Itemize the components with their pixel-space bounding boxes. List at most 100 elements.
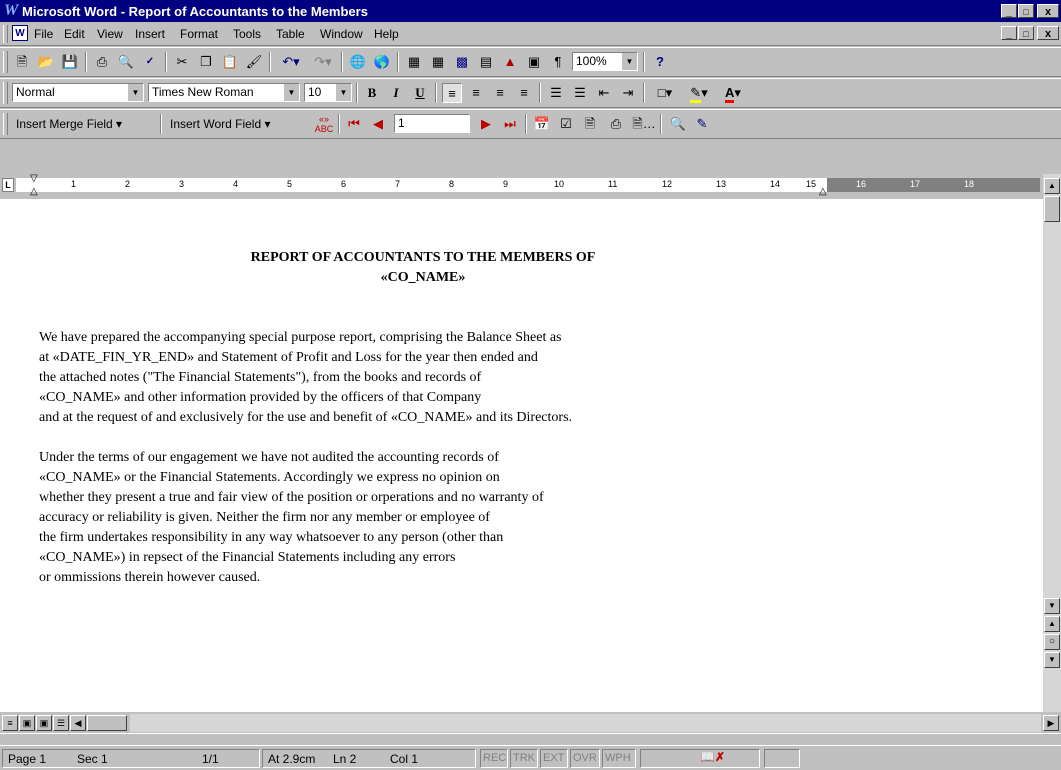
toolbar-separator [341, 52, 343, 72]
doc-minimize-button[interactable]: _ [1001, 26, 1017, 40]
record-number-input[interactable]: 1 [394, 114, 470, 133]
align-right-icon[interactable]: ≡ [490, 83, 510, 103]
document-map-icon[interactable]: ▣ [524, 52, 544, 72]
open-folder-icon[interactable]: 📂 [36, 52, 56, 72]
next-page-button[interactable]: ▼ [1044, 652, 1060, 668]
status-rec[interactable]: REC [483, 752, 506, 764]
start-mail-merge-icon[interactable]: 🗎… [632, 114, 656, 134]
insert-word-field-button[interactable]: Insert Word Field ▾ [166, 114, 275, 134]
status-ext[interactable]: EXT [543, 752, 564, 764]
help-icon[interactable]: ? [650, 52, 670, 72]
merge-to-new-document-icon[interactable]: 🗎 [580, 114, 600, 134]
previous-page-button[interactable]: ▲ [1044, 616, 1060, 632]
justify-icon[interactable]: ≡ [514, 83, 534, 103]
menu-window[interactable]: Window [320, 27, 363, 41]
left-indent-marker[interactable]: △ [30, 187, 38, 197]
right-indent-marker[interactable]: △ [819, 187, 827, 197]
web-toolbar-icon[interactable]: 🌐 [348, 52, 368, 72]
last-record-icon[interactable]: ⏭ [500, 114, 520, 134]
style-select[interactable]: Normal ▼ [12, 83, 144, 102]
highlight-icon[interactable]: ✎▾ [684, 83, 714, 103]
document-page[interactable]: REPORT OF ACCOUNTANTS TO THE MEMBERS OF … [0, 199, 1043, 712]
font-color-icon[interactable]: A▾ [718, 83, 748, 103]
show-hide-icon[interactable]: ¶ [548, 52, 568, 72]
paste-icon[interactable]: 📋 [220, 52, 240, 72]
menu-help[interactable]: Help [374, 27, 399, 41]
decrease-indent-icon[interactable]: ⇤ [594, 83, 614, 103]
view-merged-data-icon[interactable]: «» ABC [314, 114, 334, 134]
menu-tools[interactable]: Tools [233, 27, 261, 41]
numbering-icon[interactable]: ☰ [546, 83, 566, 103]
undo-icon[interactable]: ↶▾ [276, 52, 306, 72]
underline-button[interactable]: U [410, 83, 430, 103]
status-ovr[interactable]: OVR [573, 752, 597, 764]
menu-view[interactable]: View [97, 27, 123, 41]
tables-borders-icon[interactable]: ▦ [404, 52, 424, 72]
hyperlink-icon[interactable]: 🌎 [372, 52, 392, 72]
menu-format[interactable]: Format [180, 27, 218, 41]
standard-toolbar: 🗎 📂 💾 ⎙ 🔍 ✓ ✂ ❐ 📋 🖌 ↶▾ ↷▾ 🌐 🌎 ▦ ▦ ▩ ▤ ▲ … [0, 47, 1061, 77]
doc-restore-button[interactable]: □ [1018, 26, 1034, 40]
status-wph[interactable]: WPH [605, 752, 631, 764]
drawing-icon[interactable]: ▲ [500, 52, 520, 72]
format-painter-icon[interactable]: 🖌 [244, 52, 264, 72]
insert-table-icon[interactable]: ▦ [428, 52, 448, 72]
print-icon[interactable]: ⎙ [92, 52, 112, 72]
mail-merge-helper-icon[interactable]: 📅 [532, 114, 552, 134]
select-browse-object-button[interactable]: ○ [1044, 634, 1060, 650]
status-line: Ln 2 [333, 752, 357, 766]
tab-selector[interactable]: L [2, 178, 14, 192]
horizontal-ruler[interactable]: ▽ △ △ 1 2 3 4 5 6 7 8 9 10 11 12 13 14 1… [16, 174, 1040, 198]
scroll-up-button[interactable]: ▲ [1044, 178, 1060, 194]
spelling-icon[interactable]: ✓ [140, 52, 160, 72]
menu-file[interactable]: File [34, 27, 53, 41]
menu-grip [3, 25, 8, 43]
print-preview-icon[interactable]: 🔍 [116, 52, 136, 72]
menu-table[interactable]: Table [276, 27, 305, 41]
menu-insert[interactable]: Insert [135, 27, 165, 41]
font-size-select[interactable]: 10 ▼ [304, 83, 352, 102]
close-button[interactable]: x [1037, 4, 1059, 18]
copy-icon[interactable]: ❐ [196, 52, 216, 72]
align-left-icon[interactable]: ≡ [442, 83, 462, 103]
insert-merge-field-label: Insert Merge Field [16, 117, 113, 131]
scroll-down-button[interactable]: ▼ [1044, 598, 1060, 614]
insert-excel-icon[interactable]: ▩ [452, 52, 472, 72]
vertical-scrollbar[interactable]: ▲ ▼ ▲ ○ ▼ [1043, 174, 1061, 712]
check-for-errors-icon[interactable]: ☑ [556, 114, 576, 134]
previous-record-icon[interactable]: ◀ [368, 114, 388, 134]
first-line-indent-marker[interactable]: ▽ [30, 174, 38, 184]
align-center-icon[interactable]: ≡ [466, 83, 486, 103]
new-document-icon[interactable]: 🗎 [12, 52, 32, 72]
first-record-icon[interactable]: ⏮ [344, 114, 364, 134]
columns-icon[interactable]: ▤ [476, 52, 496, 72]
find-record-icon[interactable]: 🔍 [668, 114, 688, 134]
scroll-thumb[interactable] [1044, 196, 1060, 222]
increase-indent-icon[interactable]: ⇥ [618, 83, 638, 103]
edit-data-source-icon[interactable]: ✎ [692, 114, 712, 134]
next-record-icon[interactable]: ▶ [476, 114, 496, 134]
document-icon[interactable]: W [12, 25, 28, 41]
ruler-number: 16 [856, 179, 867, 189]
merge-to-printer-icon[interactable]: ⎙ [606, 114, 626, 134]
save-icon[interactable]: 💾 [60, 52, 80, 72]
toolbar-separator [85, 52, 87, 72]
zoom-select[interactable]: 100% ▼ [572, 52, 638, 71]
toolbar-separator [435, 83, 437, 103]
minimize-button[interactable]: _ [1001, 4, 1017, 18]
status-trk[interactable]: TRK [513, 752, 535, 764]
borders-icon[interactable]: □▾ [650, 83, 680, 103]
insert-merge-field-button[interactable]: Insert Merge Field ▾ [12, 114, 126, 134]
spelling-status-icon[interactable]: 📖✗ [700, 750, 725, 764]
bullets-icon[interactable]: ☰ [570, 83, 590, 103]
insert-word-field-label: Insert Word Field [170, 117, 262, 131]
bold-button[interactable]: B [362, 83, 382, 103]
font-select[interactable]: Times New Roman ▼ [148, 83, 300, 102]
restore-button[interactable]: □ [1018, 4, 1034, 18]
cut-icon[interactable]: ✂ [172, 52, 192, 72]
menu-edit[interactable]: Edit [64, 27, 85, 41]
paragraph1-line: at «DATE_FIN_YR_END» and Statement of Pr… [39, 350, 538, 365]
redo-icon[interactable]: ↷▾ [308, 52, 338, 72]
italic-button[interactable]: I [386, 83, 406, 103]
doc-close-button[interactable]: x [1037, 26, 1059, 40]
